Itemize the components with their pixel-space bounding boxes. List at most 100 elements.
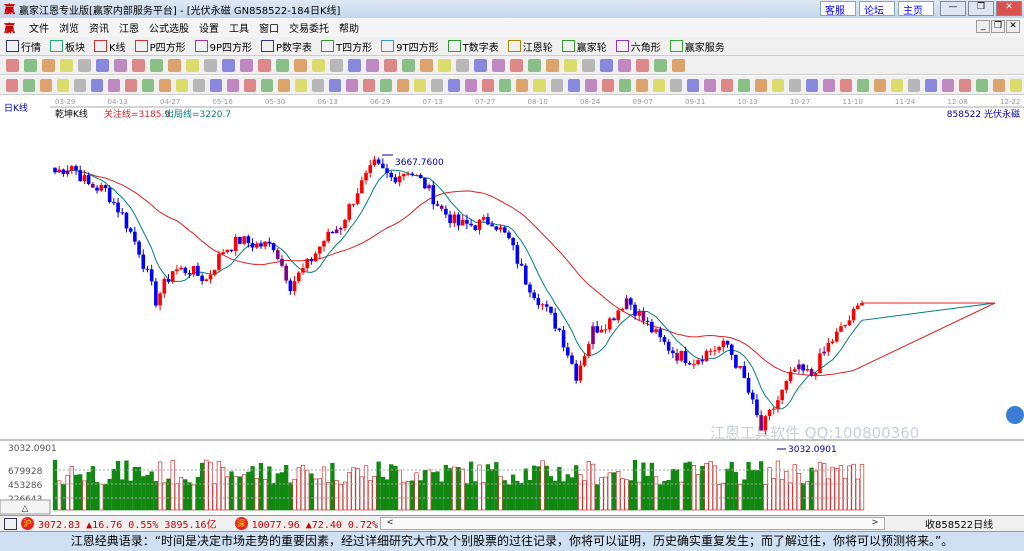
tool-icon[interactable] xyxy=(261,78,274,92)
tool-icon[interactable] xyxy=(258,58,271,72)
tool-icon[interactable] xyxy=(227,78,240,92)
tool-icon[interactable] xyxy=(600,58,613,72)
tool-icon[interactable] xyxy=(703,78,716,92)
tool-icon[interactable] xyxy=(528,58,541,72)
tool-icon[interactable] xyxy=(482,78,495,92)
tool-icon[interactable] xyxy=(635,78,648,92)
tool-icon[interactable] xyxy=(108,78,121,92)
tool-icon[interactable] xyxy=(380,78,393,92)
tool-icon[interactable] xyxy=(975,78,988,92)
tool-icon[interactable] xyxy=(24,58,37,72)
tool-icon[interactable] xyxy=(873,78,886,92)
tool-icon[interactable] xyxy=(431,78,444,92)
tool-icon[interactable] xyxy=(346,78,359,92)
tool-icon[interactable] xyxy=(159,78,172,92)
tool-icon[interactable] xyxy=(244,78,257,92)
scroll-right-icon[interactable] xyxy=(1006,406,1024,424)
toolbar-button[interactable]: 赢家服务 xyxy=(669,39,725,54)
menu-item[interactable]: 工具 xyxy=(229,20,249,35)
tool-icon[interactable] xyxy=(125,78,138,92)
toolbar-button[interactable]: 9P四方形 xyxy=(194,39,252,54)
menu-item[interactable]: 窗口 xyxy=(259,20,279,35)
tool-icon[interactable] xyxy=(533,78,546,92)
tool-icon[interactable] xyxy=(805,78,818,92)
menu-item[interactable]: 资讯 xyxy=(89,20,109,35)
toolbar-button[interactable]: 9T四方形 xyxy=(381,39,439,54)
toolbar-button[interactable]: P数字表 xyxy=(261,39,312,54)
tool-icon[interactable] xyxy=(414,78,427,92)
tool-icon[interactable] xyxy=(720,78,733,92)
menu-item[interactable]: 浏览 xyxy=(59,20,79,35)
tool-icon[interactable] xyxy=(193,78,206,92)
tool-icon[interactable] xyxy=(329,78,342,92)
tool-icon[interactable] xyxy=(652,78,665,92)
tool-icon[interactable] xyxy=(618,58,631,72)
tool-icon[interactable] xyxy=(636,58,649,72)
tool-icon[interactable] xyxy=(294,58,307,72)
tool-icon[interactable] xyxy=(601,78,614,92)
tool-icon[interactable] xyxy=(186,58,199,72)
tool-icon[interactable] xyxy=(564,58,577,72)
tool-icon[interactable] xyxy=(499,78,512,92)
calendar-icon[interactable] xyxy=(4,517,17,530)
tool-icon[interactable] xyxy=(788,78,801,92)
tool-icon[interactable] xyxy=(397,78,410,92)
tool-icon[interactable] xyxy=(822,78,835,92)
tool-icon[interactable] xyxy=(890,78,903,92)
tool-icon[interactable] xyxy=(132,58,145,72)
tool-icon[interactable] xyxy=(839,78,852,92)
tool-icon[interactable] xyxy=(96,58,109,72)
tool-icon[interactable] xyxy=(456,58,469,72)
tool-icon[interactable] xyxy=(78,58,91,72)
tool-icon[interactable] xyxy=(176,78,189,92)
tool-icon[interactable] xyxy=(856,78,869,92)
tool-icon[interactable] xyxy=(42,58,55,72)
tool-icon[interactable] xyxy=(142,78,155,92)
tool-icon[interactable] xyxy=(312,78,325,92)
link-service[interactable]: 客服 xyxy=(820,1,856,17)
link-forum[interactable]: 论坛 xyxy=(859,1,895,17)
tool-icon[interactable] xyxy=(958,78,971,92)
tool-icon[interactable] xyxy=(672,58,685,72)
tool-icon[interactable] xyxy=(941,78,954,92)
tool-icon[interactable] xyxy=(686,78,699,92)
tool-icon[interactable] xyxy=(91,78,104,92)
tool-icon[interactable] xyxy=(550,78,563,92)
toolbar-button[interactable]: T四方形 xyxy=(321,39,372,54)
tool-icon[interactable] xyxy=(510,58,523,72)
tool-icon[interactable] xyxy=(363,78,376,92)
tool-icon[interactable] xyxy=(114,58,127,72)
tool-icon[interactable] xyxy=(240,58,253,72)
tool-icon[interactable] xyxy=(567,78,580,92)
menu-item[interactable]: 交易委托 xyxy=(289,20,329,35)
tool-icon[interactable] xyxy=(74,78,87,92)
tool-icon[interactable] xyxy=(210,78,223,92)
tool-icon[interactable] xyxy=(516,78,529,92)
tool-icon[interactable] xyxy=(584,78,597,92)
toolbar-button[interactable]: 行情 xyxy=(6,39,41,54)
tool-icon[interactable] xyxy=(6,58,19,72)
menu-item[interactable]: 公式选股 xyxy=(149,20,189,35)
menu-item[interactable]: 文件 xyxy=(29,20,49,35)
tool-icon[interactable] xyxy=(754,78,767,92)
tool-icon[interactable] xyxy=(474,58,487,72)
tool-icon[interactable] xyxy=(60,58,73,72)
tool-icon[interactable] xyxy=(618,78,631,92)
mdi-close-button[interactable]: ✕ xyxy=(1006,20,1020,33)
tool-icon[interactable] xyxy=(402,58,415,72)
tool-icon[interactable] xyxy=(6,78,19,92)
toolbar-button[interactable]: 江恩轮 xyxy=(507,39,553,54)
close-button[interactable]: ✕ xyxy=(996,1,1022,16)
tool-icon[interactable] xyxy=(771,78,784,92)
tool-icon[interactable] xyxy=(448,78,461,92)
tool-icon[interactable] xyxy=(384,58,397,72)
tool-icon[interactable] xyxy=(295,78,308,92)
tool-icon[interactable] xyxy=(366,58,379,72)
tool-icon[interactable] xyxy=(23,78,36,92)
tool-icon[interactable] xyxy=(924,78,937,92)
kline-chart[interactable]: 03-29 04-13 04-27 05-16 05-30 06-13 06-29 07-13… xyxy=(0,95,1024,515)
tool-icon[interactable] xyxy=(907,78,920,92)
tool-icon[interactable] xyxy=(222,58,235,72)
toolbar-button[interactable]: K线 xyxy=(94,39,126,54)
tool-icon[interactable] xyxy=(654,58,667,72)
